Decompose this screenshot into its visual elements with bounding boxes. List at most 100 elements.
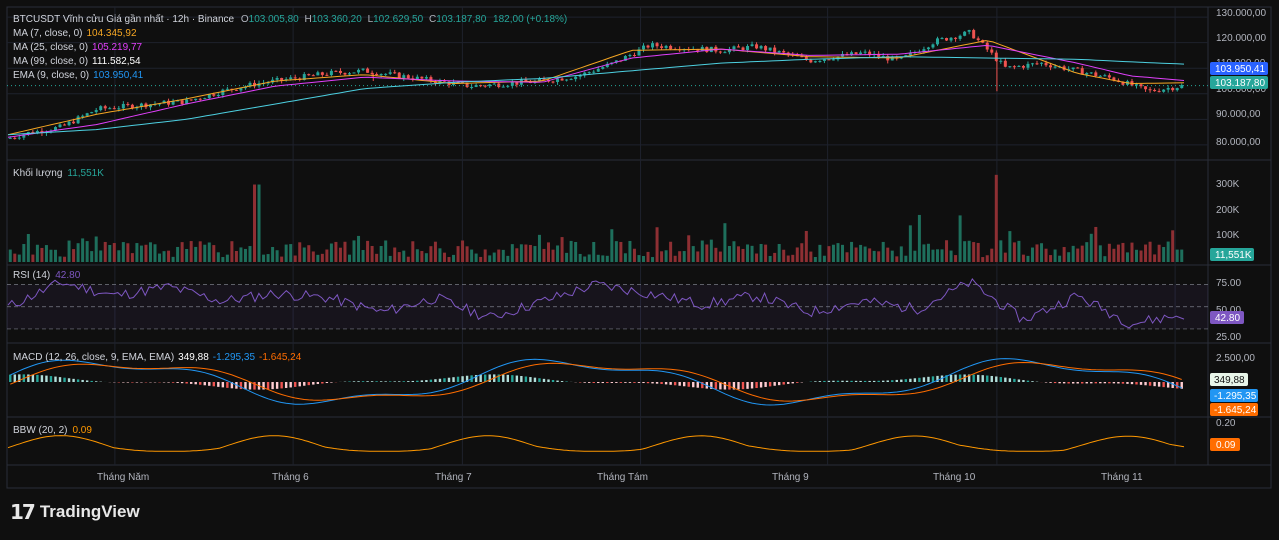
volume-bar (556, 245, 559, 262)
volume-bar (1072, 246, 1075, 262)
volume-bar (927, 244, 930, 262)
candle-body (732, 46, 735, 49)
candle-body (1167, 88, 1170, 90)
macd-histogram-bar (317, 382, 319, 384)
candle-body (199, 99, 202, 100)
volume-bar (181, 242, 184, 262)
macd-histogram-bar (1135, 382, 1137, 384)
macd-histogram-bar (1004, 378, 1006, 382)
legend-ma7[interactable]: MA (7, close, 0)104.345,92 (13, 28, 137, 39)
legend-ma99[interactable]: MA (99, close, 0)111.582,54 (13, 56, 141, 67)
volume-bar (362, 250, 365, 262)
macd-histogram-bar (516, 376, 518, 382)
candle-body (1108, 75, 1111, 77)
candle-body (995, 53, 998, 61)
volume-bar (542, 249, 545, 262)
legend-bbw[interactable]: BBW (20, 2)0.09 (13, 425, 92, 436)
candle-body (484, 86, 487, 87)
candle-body (855, 52, 858, 54)
tradingview-logo[interactable]: 17 TradingView (10, 500, 140, 524)
volume-bar (294, 256, 297, 262)
candle-body (429, 77, 432, 81)
macd-histogram-bar (629, 382, 631, 383)
symbol-line[interactable]: BTCUSDT Vĩnh cửu Giá gần nhất · 12h · Bi… (13, 13, 567, 25)
candle-body (380, 74, 383, 75)
volume-bar (325, 250, 328, 262)
macd-histogram-bar (814, 381, 816, 382)
volume-bar (751, 246, 754, 262)
volume-bar (321, 254, 324, 262)
macd-histogram-bar (1072, 382, 1074, 384)
volume-bar (131, 253, 134, 262)
candle-body (818, 61, 821, 62)
volume-bar (1117, 245, 1120, 262)
candle-body (99, 106, 102, 110)
candle-body (990, 50, 993, 53)
volume-bar (488, 255, 491, 262)
macd-histogram-bar (1153, 382, 1155, 386)
volume-bar (1158, 245, 1161, 262)
candle-body (1099, 76, 1102, 77)
candle-body (1149, 89, 1152, 90)
macd-tick-label: 2.500,00 (1216, 353, 1255, 364)
macd-histogram-bar (348, 381, 350, 382)
macd-histogram-bar (289, 382, 291, 387)
volume-bar (1167, 242, 1170, 262)
volume-bar (217, 252, 220, 262)
volume-bar (728, 246, 731, 262)
volume-bar (900, 246, 903, 262)
volume-bar (244, 249, 247, 262)
legend-macd[interactable]: MACD (12, 26, close, 9, EMA, EMA)349,88-… (13, 352, 302, 363)
macd-histogram-bar (1077, 382, 1079, 384)
volume-bar (167, 251, 170, 262)
volume-bar (959, 215, 962, 262)
volume-tag: 11,551K (1215, 250, 1252, 261)
macd-histogram-bar (959, 375, 961, 382)
macd-histogram-bar (1108, 382, 1110, 383)
macd-histogram-bar (489, 374, 491, 382)
macd-histogram-bar (204, 382, 206, 385)
legend-ma25[interactable]: MA (25, close, 0)105.219,77 (13, 42, 143, 53)
candle-body (389, 72, 392, 74)
volume-bar (705, 244, 708, 262)
volume-bar (104, 242, 107, 262)
volume-bar (1017, 241, 1020, 262)
macd-histogram-bar (760, 382, 762, 388)
volume-bar (687, 235, 690, 262)
volume-bar (253, 185, 256, 262)
candle-body (769, 48, 772, 51)
candle-body (963, 32, 966, 36)
candle-body (1176, 88, 1179, 90)
macd-histogram-bar (439, 379, 441, 382)
macd-histogram-bar (977, 375, 979, 382)
tradingview-mark-icon: 17 (10, 500, 34, 524)
legend-volume[interactable]: Khối lượng11,551K (13, 167, 104, 179)
candle-body (343, 73, 346, 75)
volume-bar (859, 245, 862, 262)
volume-bar (886, 248, 889, 262)
macd-histogram-bar (389, 381, 391, 382)
volume-bar (457, 246, 460, 262)
legend-ema9[interactable]: EMA (9, close, 0)103.950,41 (13, 70, 144, 81)
candle-body (746, 46, 749, 50)
volume-bar (981, 257, 984, 262)
macd-histogram-bar (226, 382, 228, 388)
bbw-tick-label: 0.20 (1216, 418, 1236, 429)
macd-histogram-bar (606, 382, 608, 383)
candle-body (592, 72, 595, 73)
volume-bar (628, 241, 631, 262)
volume-bar (9, 250, 12, 262)
candle-body (402, 75, 405, 78)
macd-histogram-bar (394, 381, 396, 382)
volume-bar (267, 254, 270, 262)
volume-bar (660, 251, 663, 262)
legend-rsi[interactable]: RSI (14)42.80 (13, 270, 81, 281)
candle-body (633, 55, 636, 56)
macd-histogram-bar (864, 381, 866, 382)
macd-histogram-bar (674, 382, 676, 385)
macd-histogram-bar (868, 381, 870, 382)
volume-bar (49, 250, 52, 262)
candle-body (1040, 63, 1043, 64)
chart-canvas[interactable]: 130.000,00 120.000,00 110.000,00 100.000… (0, 0, 1279, 535)
macd-histogram-bar (285, 382, 287, 388)
